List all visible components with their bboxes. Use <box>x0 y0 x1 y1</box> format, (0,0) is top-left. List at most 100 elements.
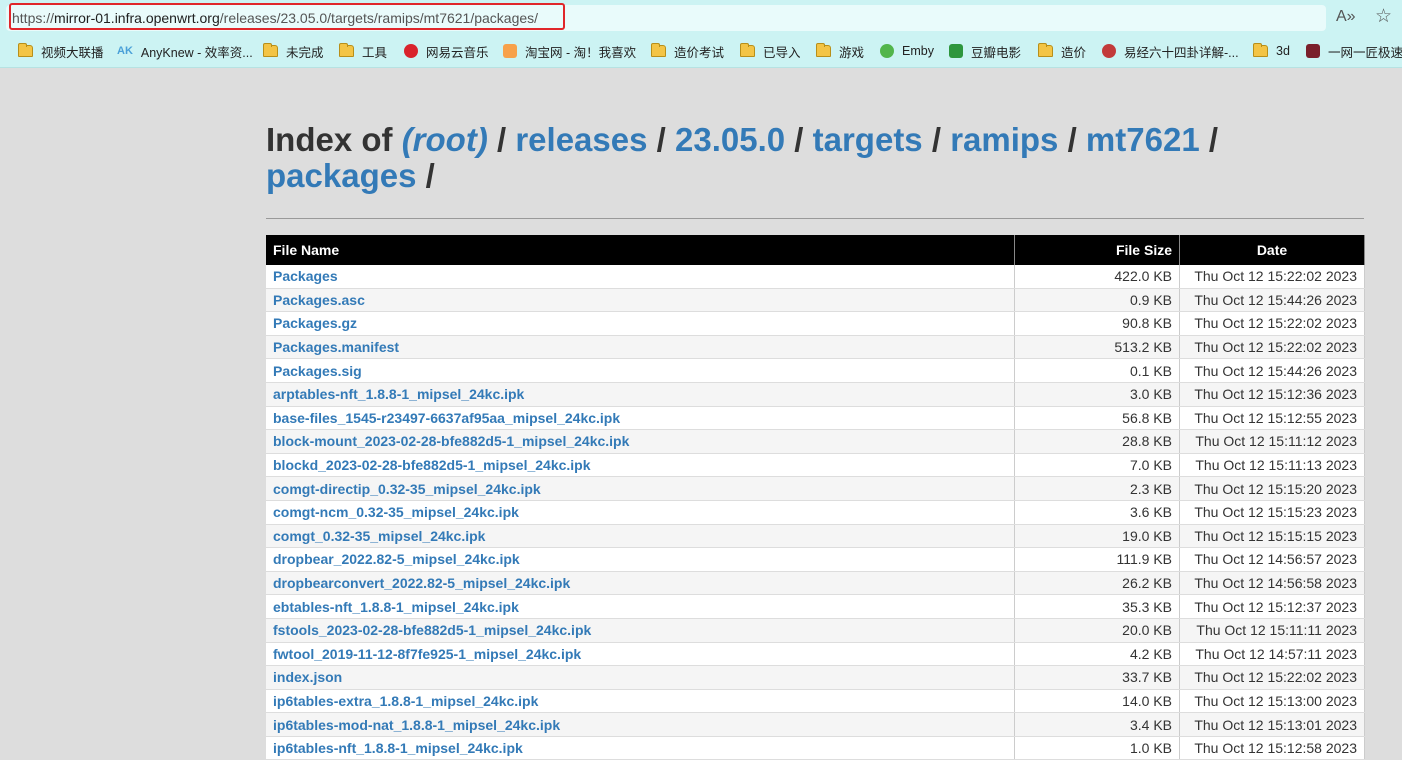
breadcrumb-releases[interactable]: releases <box>515 121 647 158</box>
bookmark-link[interactable]: 易经六十四卦详解-... <box>1102 42 1239 60</box>
file-size-cell: 2.3 KB <box>1014 476 1180 501</box>
folder-icon <box>816 43 831 57</box>
file-date-cell: Thu Oct 12 15:15:20 2023 <box>1179 476 1365 501</box>
breadcrumb-version[interactable]: 23.05.0 <box>675 121 785 158</box>
bookmark-folder[interactable]: 视频大联播 <box>18 42 104 60</box>
table-row: dropbear_2022.82-5_mipsel_24kc.ipk 111.9 … <box>266 547 1365 572</box>
folder-icon <box>339 43 354 57</box>
breadcrumb-separator: / <box>794 121 804 158</box>
file-size-cell: 26.2 KB <box>1014 571 1180 596</box>
file-link[interactable]: dropbear_2022.82-5_mipsel_24kc.ipk <box>273 551 520 567</box>
file-name-cell: index.json <box>266 665 1015 690</box>
table-row: dropbearconvert_2022.82-5_mipsel_24kc.ip… <box>266 571 1365 596</box>
file-link[interactable]: Packages.manifest <box>273 339 399 355</box>
file-link[interactable]: Packages.asc <box>273 292 365 308</box>
bookmark-label: 网易云音乐 <box>426 45 489 60</box>
table-row: comgt-ncm_0.32-35_mipsel_24kc.ipk 3.6 KB T… <box>266 500 1365 525</box>
table-row: ip6tables-mod-nat_1.8.8-1_mipsel_24kc.ip… <box>266 712 1365 737</box>
table-header-row: File Name File Size Date <box>266 235 1365 265</box>
bookmark-folder[interactable]: 3d <box>1253 42 1290 60</box>
file-date-cell: Thu Oct 12 15:13:01 2023 <box>1179 712 1365 737</box>
file-table-body: Packages 422.0 KB Thu Oct 12 15:22:02 2023… <box>266 265 1365 760</box>
file-link[interactable]: block-mount_2023-02-28-bfe882d5-1_mipsel… <box>273 433 629 449</box>
file-link[interactable]: ebtables-nft_1.8.8-1_mipsel_24kc.ipk <box>273 599 519 615</box>
bookmark-label: Emby <box>902 44 934 58</box>
file-size-cell: 111.9 KB <box>1014 547 1180 572</box>
folder-icon <box>1253 43 1268 57</box>
breadcrumb-packages[interactable]: packages <box>266 157 416 194</box>
file-link[interactable]: comgt-directip_0.32-35_mipsel_24kc.ipk <box>273 481 541 497</box>
yijing-icon <box>1102 44 1116 58</box>
netease-music-icon <box>404 44 418 58</box>
table-row: Packages.sig 0.1 KB Thu Oct 12 15:44:26 20… <box>266 358 1365 383</box>
bookmark-folder[interactable]: 游戏 <box>816 42 864 60</box>
file-size-cell: 1.0 KB <box>1014 736 1180 760</box>
bookmark-link[interactable]: AK AnyKnew - 效率资... <box>117 42 253 60</box>
file-link[interactable]: dropbearconvert_2022.82-5_mipsel_24kc.ip… <box>273 575 570 591</box>
file-name-cell: Packages.asc <box>266 288 1015 313</box>
file-link[interactable]: base-files_1545-r23497-6637af95aa_mipsel… <box>273 410 620 426</box>
file-name-cell: Packages.gz <box>266 311 1015 336</box>
file-link[interactable]: index.json <box>273 669 342 685</box>
anyknew-icon: AK <box>117 45 133 57</box>
bookmark-link[interactable]: 豆瓣电影 <box>949 42 1021 60</box>
breadcrumb-mt7621[interactable]: mt7621 <box>1086 121 1200 158</box>
file-link[interactable]: fwtool_2019-11-12-8f7fe925-1_mipsel_24kc… <box>273 646 581 662</box>
breadcrumb-separator: / <box>1067 121 1077 158</box>
file-name-cell: Packages <box>266 265 1015 289</box>
file-name-cell: blockd_2023-02-28-bfe882d5-1_mipsel_24kc… <box>266 453 1015 478</box>
table-row: Packages 422.0 KB Thu Oct 12 15:22:02 2023 <box>266 265 1365 289</box>
file-date-cell: Thu Oct 12 14:56:58 2023 <box>1179 571 1365 596</box>
divider <box>266 218 1364 219</box>
douban-icon <box>949 44 963 58</box>
file-name-cell: Packages.sig <box>266 358 1015 383</box>
bookmark-folder[interactable]: 未完成 <box>263 42 324 60</box>
file-date-cell: Thu Oct 12 14:56:57 2023 <box>1179 547 1365 572</box>
bookmark-label: 未完成 <box>286 45 324 60</box>
file-link[interactable]: comgt_0.32-35_mipsel_24kc.ipk <box>273 528 485 544</box>
table-row: arptables-nft_1.8.8-1_mipsel_24kc.ipk 3.0… <box>266 382 1365 407</box>
file-link[interactable]: ip6tables-extra_1.8.8-1_mipsel_24kc.ipk <box>273 693 538 709</box>
file-link[interactable]: ip6tables-mod-nat_1.8.8-1_mipsel_24kc.ip… <box>273 717 560 733</box>
file-link[interactable]: blockd_2023-02-28-bfe882d5-1_mipsel_24kc… <box>273 457 591 473</box>
bookmark-folder[interactable]: 造价 <box>1038 42 1086 60</box>
bookmark-folder[interactable]: 工具 <box>339 42 387 60</box>
bookmark-link[interactable]: 网易云音乐 <box>404 42 489 60</box>
file-name-cell: ip6tables-mod-nat_1.8.8-1_mipsel_24kc.ip… <box>266 712 1015 737</box>
file-link[interactable]: comgt-ncm_0.32-35_mipsel_24kc.ipk <box>273 504 519 520</box>
file-date-cell: Thu Oct 12 15:13:00 2023 <box>1179 689 1365 714</box>
bookmark-label: 游戏 <box>839 45 865 60</box>
file-size-cell: 3.0 KB <box>1014 382 1180 407</box>
folder-icon <box>18 43 33 57</box>
bookmark-folder[interactable]: 已导入 <box>740 42 801 60</box>
file-table: File Name File Size Date Packages 422.0 K… <box>266 235 1365 760</box>
file-date-cell: Thu Oct 12 15:11:12 2023 <box>1179 429 1365 454</box>
file-name-cell: ip6tables-extra_1.8.8-1_mipsel_24kc.ipk <box>266 689 1015 714</box>
file-date-cell: Thu Oct 12 15:22:02 2023 <box>1179 265 1365 289</box>
file-name-cell: comgt_0.32-35_mipsel_24kc.ipk <box>266 524 1015 549</box>
file-name-cell: dropbear_2022.82-5_mipsel_24kc.ipk <box>266 547 1015 572</box>
breadcrumb-targets[interactable]: targets <box>813 121 923 158</box>
breadcrumb-ramips[interactable]: ramips <box>950 121 1058 158</box>
bookmark-label: 造价考试 <box>674 45 725 60</box>
bookmark-label: 视频大联播 <box>41 45 104 60</box>
file-link[interactable]: arptables-nft_1.8.8-1_mipsel_24kc.ipk <box>273 386 524 402</box>
bookmark-label: 工具 <box>362 45 388 60</box>
breadcrumb-separator: / <box>931 121 942 158</box>
breadcrumb-root[interactable]: (root) <box>402 121 488 158</box>
file-link[interactable]: Packages.gz <box>273 315 357 331</box>
read-aloud-icon[interactable]: A» <box>1336 8 1356 26</box>
bookmark-link[interactable]: Emby <box>880 42 934 60</box>
bookmark-label: 豆瓣电影 <box>971 45 1022 60</box>
file-link[interactable]: fstools_2023-02-28-bfe882d5-1_mipsel_24k… <box>273 622 591 638</box>
bookmark-link[interactable]: 淘宝网 - 淘！我喜欢 <box>503 42 636 60</box>
file-link[interactable]: ip6tables-nft_1.8.8-1_mipsel_24kc.ipk <box>273 740 523 756</box>
bookmark-folder[interactable]: 造价考试 <box>651 42 724 60</box>
table-row: Packages.asc 0.9 KB Thu Oct 12 15:44:26 20… <box>266 288 1365 313</box>
table-row: blockd_2023-02-28-bfe882d5-1_mipsel_24kc… <box>266 453 1365 478</box>
bookmark-link[interactable]: 一网一匠极速 <box>1306 42 1402 60</box>
file-link[interactable]: Packages <box>273 268 338 284</box>
address-bar-area: https://mirror-01.infra.openwrt.org/rele… <box>0 0 1402 35</box>
file-link[interactable]: Packages.sig <box>273 363 362 379</box>
favorite-star-icon[interactable]: ☆ <box>1375 5 1392 28</box>
